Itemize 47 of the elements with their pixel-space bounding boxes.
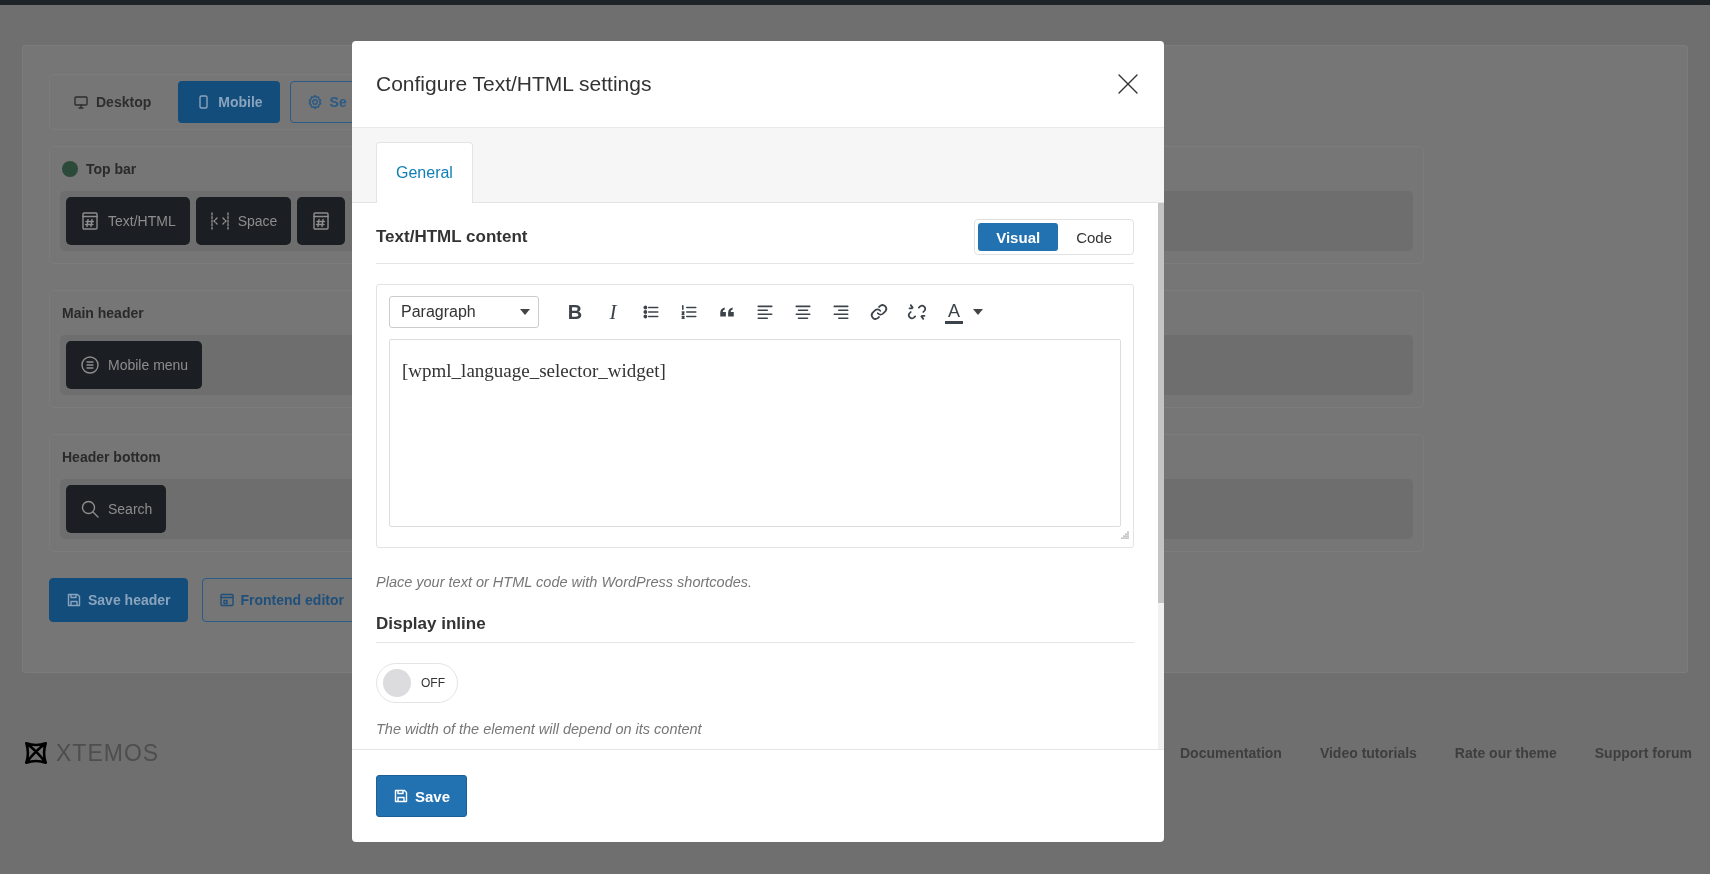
align-left-icon [756, 303, 774, 321]
element-chip[interactable] [297, 197, 346, 245]
device-tab[interactable]: Mobile [178, 81, 280, 123]
hash-document-icon [80, 211, 100, 231]
close-button[interactable] [1116, 72, 1140, 96]
italic-button[interactable]: I [601, 300, 625, 324]
dialog-title: Configure Text/HTML settings [376, 72, 652, 96]
element-chip[interactable]: Mobile menu [66, 341, 203, 389]
editor-text-area[interactable]: [wpml_language_selector_widget] [389, 339, 1121, 527]
element-chip[interactable]: Text/HTML [66, 197, 190, 245]
link-icon [869, 302, 889, 322]
toggle-switch[interactable]: OFF [376, 663, 458, 703]
search-icon [80, 499, 100, 519]
field-title: Display inline [376, 614, 486, 634]
save-button[interactable]: Save [376, 775, 468, 817]
caret-icon [520, 309, 530, 315]
element-chip[interactable]: Space [195, 197, 292, 245]
numbered-list-icon [680, 303, 698, 321]
element-chip[interactable]: Search [66, 485, 167, 533]
bulleted-list-icon [642, 303, 660, 321]
tab[interactable]: General [376, 142, 473, 203]
menu-icon [80, 355, 100, 375]
save-header-button[interactable]: Save header [49, 578, 188, 622]
field-title: Text/HTML content [376, 227, 528, 247]
scrollbar-thumb[interactable] [1158, 203, 1164, 603]
row-title: Header bottom [62, 449, 161, 465]
format-dropdown[interactable]: Paragraph [389, 296, 539, 328]
bold-button[interactable]: B [563, 300, 587, 324]
browser-window-icon [218, 592, 235, 608]
settings-icon [306, 94, 323, 110]
mode-tab[interactable]: Visual [978, 223, 1059, 251]
x-knot-logo-icon [22, 739, 50, 767]
align-right-icon [832, 303, 850, 321]
align-center-icon [794, 303, 812, 321]
caret-icon [973, 309, 983, 315]
broken-link-icon [907, 302, 927, 322]
space-icon [209, 211, 230, 231]
row-title: Top bar [86, 161, 137, 177]
mode-tab[interactable]: Code [1058, 223, 1130, 251]
help-text: The width of the element will depend on its content [376, 721, 703, 737]
device-tab[interactable]: Desktop [56, 81, 169, 123]
hash-document-icon [311, 211, 332, 231]
help-text: Place your text or HTML code with WordPress shortcodes. [376, 574, 754, 590]
text-color-button[interactable]: A [945, 300, 983, 324]
close-icon [1116, 72, 1140, 96]
row-title: Main header [62, 305, 144, 321]
monitor-icon [73, 94, 89, 110]
